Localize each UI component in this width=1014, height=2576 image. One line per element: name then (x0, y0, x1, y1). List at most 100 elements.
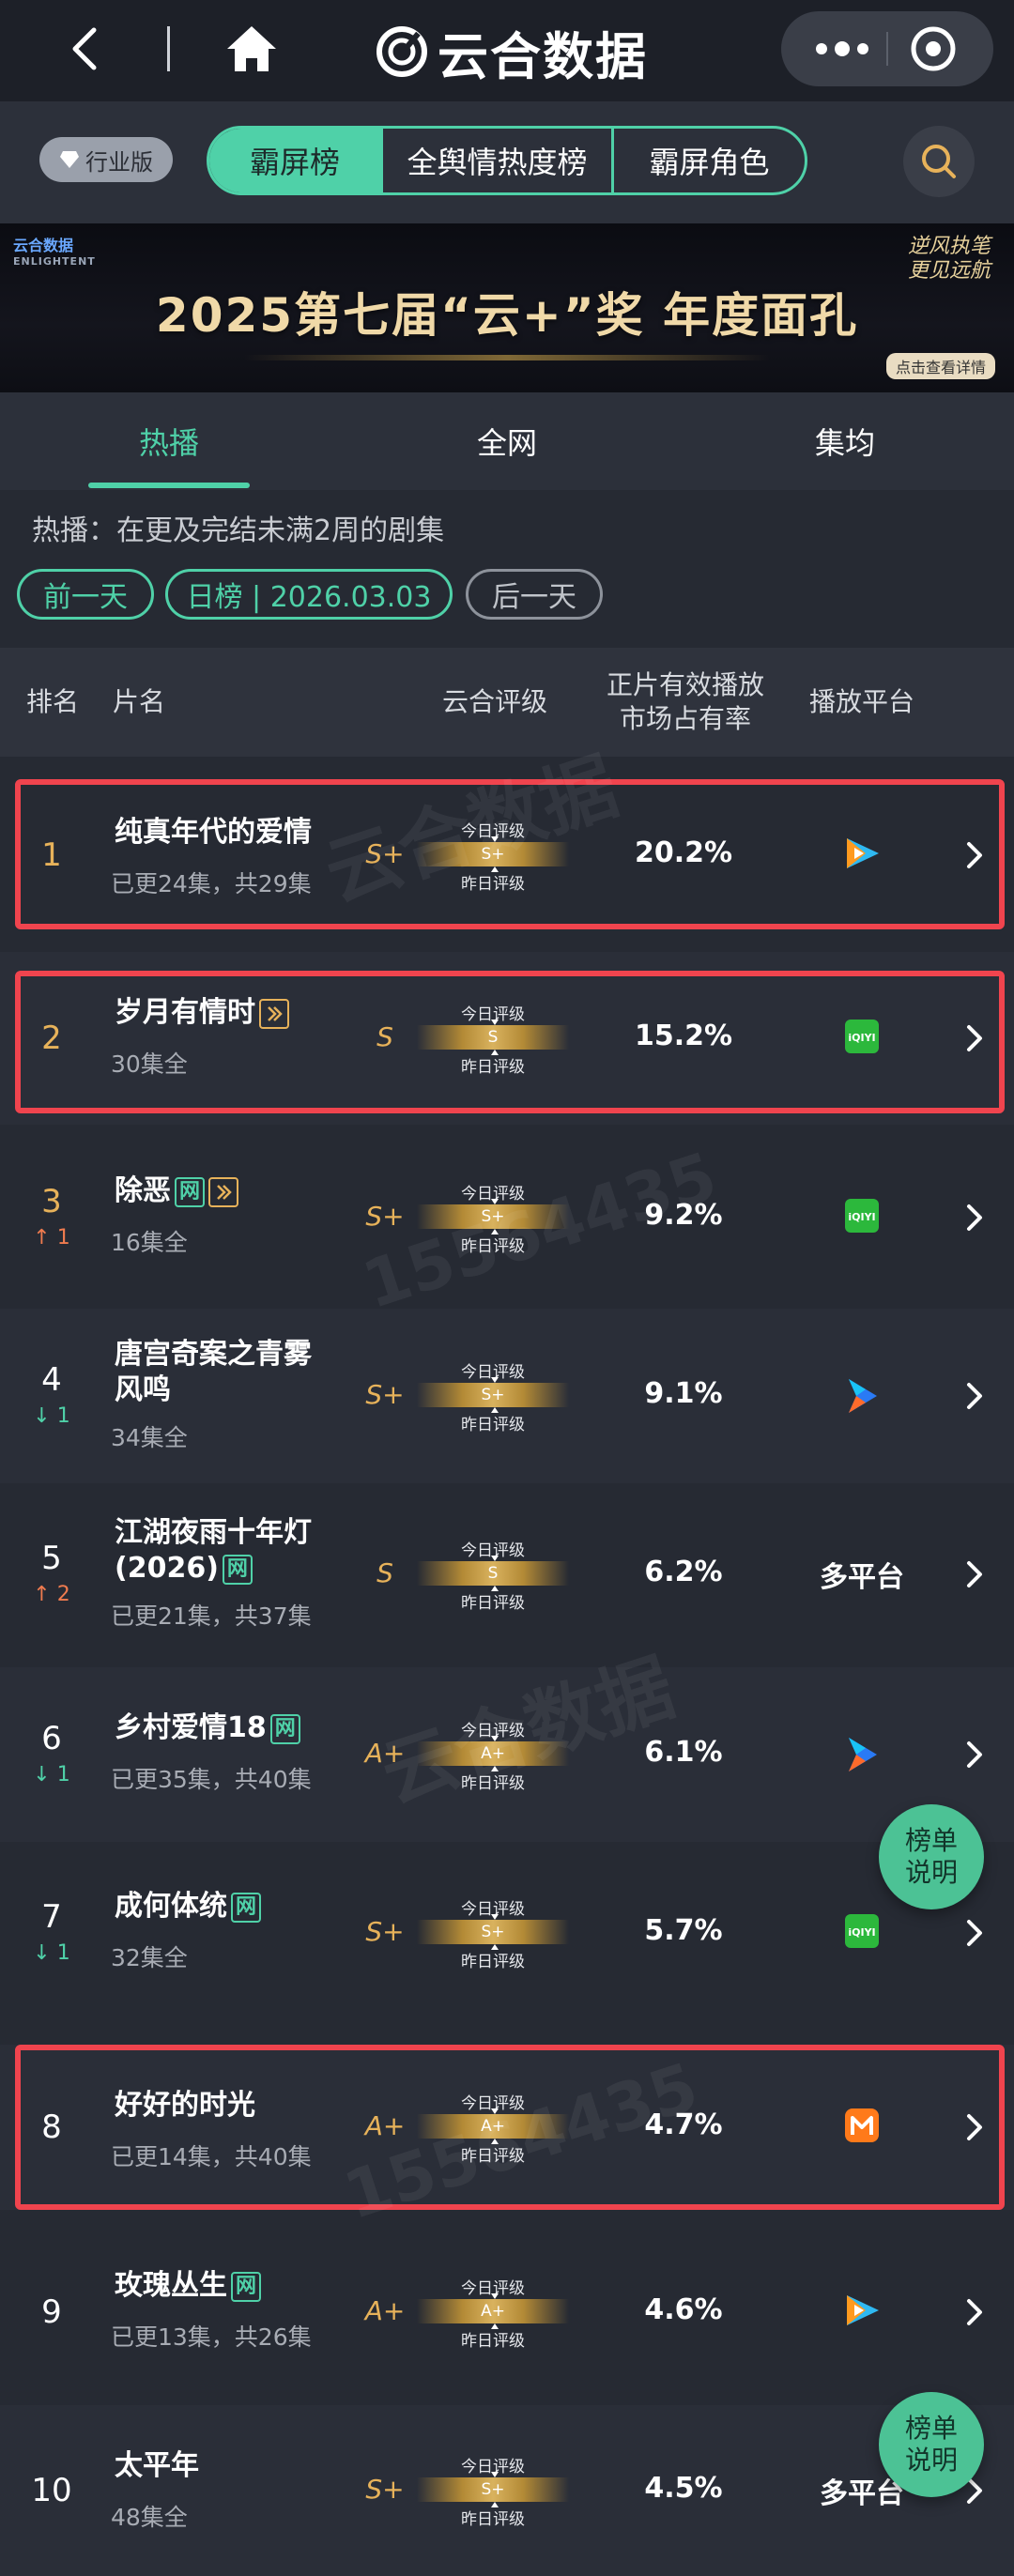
rating-grade: S (376, 1557, 393, 1588)
tab-hot[interactable]: 热播 (88, 392, 250, 490)
table-row[interactable]: 1 纯真年代的爱情 已更24集，共29集 S+ 今日评级 S+ 昨日评级 20.2% (0, 772, 1014, 939)
header-rating: 云合评级 (441, 686, 547, 717)
drama-title: 江湖夜雨十年灯(2026) 网 (115, 1516, 312, 1585)
iqiyi-icon: iQIYI (807, 1197, 916, 1238)
banner-slogan: 逆风执笔 更见远航 (907, 235, 991, 283)
app-brand: 云合数据 (376, 19, 648, 86)
episode-status: 已更14集，共40集 (111, 2143, 312, 2170)
chevron-right-icon[interactable] (960, 836, 988, 874)
rating-bar: A+ (417, 2114, 569, 2139)
chevron-right-icon[interactable] (960, 1556, 988, 1593)
play-tag-icon (259, 998, 289, 1029)
table-row[interactable]: 8 好好的时光 已更14集，共40集 A+ 今日评级 A+ 昨日评级 4.7% (0, 2045, 1014, 2210)
rank-change: ↓ 1 (33, 1941, 70, 1965)
play-tag-icon (208, 1176, 238, 1207)
search-icon (922, 145, 956, 178)
web-drama-tag: 网 (175, 1176, 205, 1207)
chevron-right-icon[interactable] (960, 2293, 988, 2331)
yesterday-rating-label: 昨日评级 (461, 1058, 525, 1077)
chevron-right-icon[interactable] (960, 1020, 988, 1057)
rank-number: 5 (41, 1540, 62, 1577)
drama-title: 除恶网 (115, 1173, 336, 1209)
industry-edition-badge[interactable]: 行业版 (39, 137, 173, 182)
market-share: 4.5% (644, 2472, 723, 2505)
episode-status: 48集全 (111, 2504, 188, 2531)
arrow-down-icon: ↓ (33, 1404, 51, 1428)
rating-grade: S+ (365, 1916, 405, 1947)
table-row[interactable]: 6 ↓ 1 乡村爱情18 网已更35集，共40集 A+ 今日评级 A+ 昨日评级 6.1% (0, 1667, 1014, 1842)
brand-logo-icon (376, 26, 427, 77)
banner-cta[interactable]: 点击查看详情 (886, 353, 996, 379)
svg-text:iQIYI: iQIYI (848, 1926, 875, 1939)
table-row[interactable]: 7 ↓ 1 成何体统网 32集全 S+ 今日评级 S+ 昨日评级 5.7% iQIYI (0, 1846, 1014, 2020)
youku-icon (807, 1734, 916, 1779)
table-row[interactable]: 2 岁月有情时 30集全 S 今日评级 S 昨日评级 15.2% iQIYI (0, 952, 1014, 1125)
ranking-explanation-button[interactable]: 榜单 说明 (879, 2392, 984, 2497)
market-share: 4.6% (644, 2293, 723, 2326)
table-row[interactable]: 9 玫瑰丛生网已更13集，共26集 A+ 今日评级 A+ 昨日评级 4.6% (0, 2225, 1014, 2400)
svg-text:iQIYI: iQIYI (848, 1211, 875, 1223)
rating-comparison: 今日评级 S 昨日评级 (413, 1001, 573, 1077)
rating-comparison: 今日评级 S+ 昨日评级 (413, 818, 573, 894)
yesterday-rating-label: 昨日评级 (461, 2147, 525, 2166)
home-icon[interactable] (222, 21, 282, 77)
yesterday-rating-label: 昨日评级 (461, 1594, 525, 1613)
market-share: 20.2% (634, 836, 733, 869)
next-day-button[interactable]: 后一天 (466, 569, 603, 620)
rank-number: 2 (41, 1020, 62, 1057)
search-button[interactable] (903, 126, 975, 197)
segment-dominant-roles[interactable]: 霸屏角色 (611, 129, 805, 192)
rank-change: ↑ 2 (33, 1583, 70, 1606)
chevron-right-icon[interactable] (960, 1377, 988, 1415)
segment-public-opinion[interactable]: 全舆情热度榜 (380, 129, 611, 192)
header-share-line1: 正片有效播放 (606, 669, 764, 700)
more-icon[interactable] (809, 11, 875, 86)
list-description: 热播：在更及完结未满2周的剧集 (32, 514, 445, 547)
rating-comparison: 今日评级 A+ 昨日评级 (413, 2275, 573, 2351)
tab-all-network[interactable]: 全网 (426, 392, 588, 490)
table-row[interactable]: 10 太平年 48集全 S+ 今日评级 S+ 昨日评级 4.5% 多平台 (0, 2405, 1014, 2576)
rank-change: ↓ 1 (33, 1404, 70, 1428)
mini-program-capsule (781, 11, 993, 86)
episode-status: 已更13集，共26集 (111, 2323, 312, 2351)
active-tab-indicator (88, 483, 250, 488)
yesterday-rating-label: 昨日评级 (461, 1774, 525, 1793)
chevron-right-icon[interactable] (960, 1736, 988, 1773)
tencent-video-icon (807, 2292, 916, 2333)
chevron-right-icon[interactable] (960, 1199, 988, 1236)
promo-banner[interactable]: 云合数据 ENLIGHTENT 2025第七届“云+”奖 年度面孔 逆风执笔 更… (0, 223, 1014, 392)
drama-title: 岁月有情时 (115, 995, 336, 1031)
rank-number: 3 (41, 1183, 62, 1220)
chevron-right-icon[interactable] (960, 2108, 988, 2146)
table-row[interactable]: 4 ↓ 1 唐宫奇案之青雾风鸣 34集全 S+ 今日评级 S+ 昨日评级 9.1% (0, 1309, 1014, 1483)
ranking-segmented-control: 霸屏榜 全舆情热度榜 霸屏角色 (207, 126, 807, 195)
rank-number: 4 (41, 1361, 62, 1399)
tab-per-episode[interactable]: 集均 (764, 392, 926, 490)
back-icon[interactable] (58, 21, 115, 77)
rating-comparison: 今日评级 S+ 昨日评级 (413, 1895, 573, 1971)
iqiyi-icon: iQIYI (807, 1912, 916, 1954)
arrow-up-icon: ↑ (33, 1226, 51, 1250)
rating-bar: S+ (417, 2477, 569, 2502)
date-selector[interactable]: 日榜 | 2026.03.03 (165, 569, 453, 620)
rank-number: 1 (41, 836, 62, 874)
chevron-right-icon[interactable] (960, 1914, 988, 1952)
list-tabs: 热播 全网 集均 (0, 392, 1014, 490)
rating-bar: S+ (417, 842, 569, 866)
episode-status: 16集全 (111, 1229, 188, 1256)
rank-number: 9 (41, 2293, 62, 2331)
segment-screen-dominance[interactable]: 霸屏榜 (209, 129, 380, 192)
banner-title: 2025第七届“云+”奖 年度面孔 (155, 288, 859, 343)
close-target-icon[interactable] (909, 24, 958, 73)
prev-day-button[interactable]: 前一天 (17, 569, 154, 620)
youku-icon (807, 1375, 916, 1420)
market-share: 9.1% (644, 1377, 723, 1410)
rating-bar: S (417, 1561, 569, 1586)
market-share: 5.7% (644, 1914, 723, 1947)
yesterday-rating-label: 昨日评级 (461, 2332, 525, 2351)
table-row[interactable]: 3 ↑ 1 除恶网 16集全 S+ 今日评级 S+ 昨日评级 9.2% iQIYI (0, 1130, 1014, 1305)
top-navigation-bar: 云合数据 (0, 0, 1014, 101)
svg-text:iQIYI: iQIYI (848, 1032, 875, 1044)
ranking-explanation-button[interactable]: 榜单 说明 (879, 1804, 984, 1909)
table-row[interactable]: 5 ↑ 2 江湖夜雨十年灯(2026) 网已更21集，共37集 S 今日评级 S 昨日评级 6.… (0, 1487, 1014, 1662)
